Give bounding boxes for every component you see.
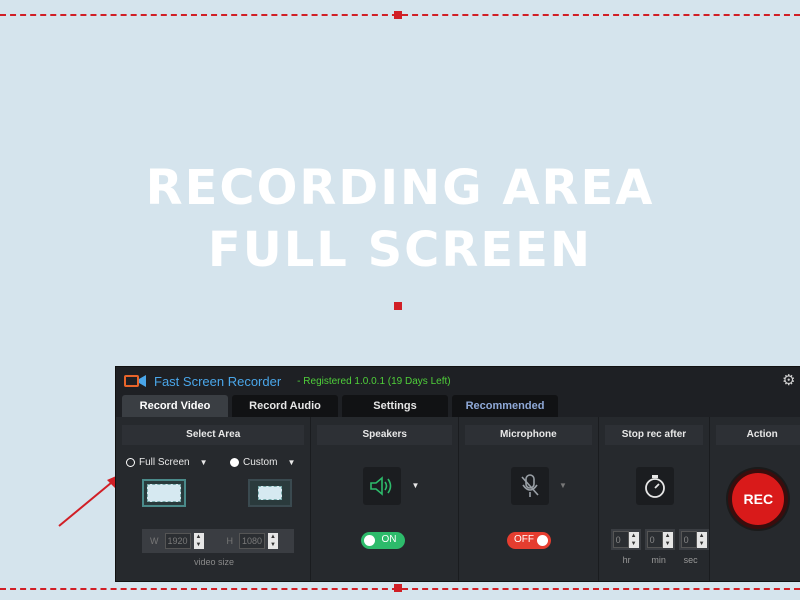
tab-recommended[interactable]: Recommended <box>452 395 558 417</box>
width-label: W <box>150 536 159 546</box>
app-logo-icon <box>124 375 146 387</box>
rec-button[interactable]: REC <box>728 469 789 529</box>
height-stepper[interactable]: ▲ ▼ <box>268 533 278 549</box>
full-screen-label: Full Screen <box>139 457 190 468</box>
video-size-row: W ▲▼ H ▲▼ <box>142 529 294 553</box>
microphone-toggle[interactable]: OFF <box>507 532 552 549</box>
control-panels: Select Area Full Screen ▼ Custom ▼ W ▲▼ <box>116 417 800 581</box>
seconds-field: ▲▼ <box>678 529 709 550</box>
minutes-field: ▲▼ <box>644 529 675 550</box>
microphone-toggle-label: OFF <box>514 534 535 545</box>
chevron-down-icon[interactable]: ▼ <box>287 458 295 467</box>
video-size-caption: video size <box>193 557 235 567</box>
full-screen-preview-icon <box>147 484 181 502</box>
tab-settings[interactable]: Settings <box>342 395 448 417</box>
minutes-label: min <box>651 555 666 565</box>
minutes-input[interactable] <box>646 531 663 548</box>
speakers-toggle[interactable]: ON <box>361 532 406 549</box>
recording-area-title: RECORDING AREA <box>145 160 655 216</box>
resize-handle-top[interactable] <box>394 11 402 19</box>
microphone-button[interactable] <box>511 467 550 505</box>
app-title: Fast Screen Recorder <box>154 373 282 389</box>
custom-radio[interactable] <box>230 458 239 467</box>
stop-rec-header: Stop rec after <box>604 425 704 445</box>
chevron-down-icon[interactable]: ▼ <box>559 481 567 490</box>
custom-option[interactable]: Custom ▼ <box>230 457 295 468</box>
height-label: H <box>226 536 234 546</box>
settings-gear-icon[interactable]: ⚙ <box>782 371 795 389</box>
hours-input[interactable] <box>612 531 629 548</box>
microphone-panel: Microphone ▼ OFF <box>459 417 599 581</box>
speakers-toggle-label: ON <box>381 534 397 545</box>
tab-record-video[interactable]: Record Video <box>122 395 228 417</box>
tab-record-audio[interactable]: Record Audio <box>232 395 338 417</box>
stop-rec-panel: Stop rec after ▲▼ ▲▼ <box>599 417 711 581</box>
hours-label: hr <box>622 555 631 565</box>
resize-handle-bottom[interactable] <box>394 584 402 592</box>
speakers-header: Speakers <box>317 425 453 445</box>
time-unit-labels: hr min sec <box>611 555 707 565</box>
recorder-window: Fast Screen Recorder - Registered 1.0.0.… <box>115 366 800 582</box>
chevron-down-icon[interactable]: ▼ <box>411 481 419 490</box>
custom-label: Custom <box>243 457 278 468</box>
hours-field: ▲▼ <box>610 529 641 550</box>
microphone-header: Microphone <box>465 425 592 445</box>
microphone-muted-icon <box>521 474 539 497</box>
recording-area-subtitle: FULL SCREEN <box>207 222 593 278</box>
speaker-icon <box>370 476 392 496</box>
center-handle[interactable] <box>394 302 402 310</box>
full-screen-option[interactable]: Full Screen ▼ <box>126 457 208 468</box>
title-bar: Fast Screen Recorder - Registered 1.0.0.… <box>116 367 800 395</box>
toggle-knob <box>537 535 549 546</box>
full-screen-radio[interactable] <box>126 458 135 467</box>
hours-stepper[interactable]: ▲ ▼ <box>628 531 639 548</box>
registration-status: - Registered 1.0.0.1 (19 Days Left) <box>297 375 451 387</box>
action-panel: Action REC <box>710 417 800 581</box>
full-screen-button[interactable] <box>142 479 186 507</box>
height-input[interactable] <box>239 533 265 549</box>
custom-area-preview-icon <box>258 486 282 500</box>
speakers-panel: Speakers ▼ ON <box>311 417 460 581</box>
toggle-knob <box>364 535 376 546</box>
timer-button[interactable] <box>635 467 674 505</box>
speaker-button[interactable] <box>363 467 402 505</box>
action-header: Action <box>716 425 800 445</box>
chevron-down-icon[interactable]: ▼ <box>200 458 208 467</box>
tab-bar: Record Video Record Audio Settings Recom… <box>116 395 800 417</box>
stopwatch-icon <box>644 475 665 498</box>
seconds-input[interactable] <box>680 531 697 548</box>
select-area-panel: Select Area Full Screen ▼ Custom ▼ W ▲▼ <box>116 417 312 581</box>
seconds-label: sec <box>683 555 698 565</box>
custom-area-button[interactable] <box>248 479 292 507</box>
width-input[interactable] <box>164 533 191 549</box>
width-stepper[interactable]: ▲ ▼ <box>193 533 204 549</box>
seconds-stepper[interactable]: ▲ ▼ <box>696 531 707 548</box>
select-area-header: Select Area <box>122 425 305 445</box>
minutes-stepper[interactable]: ▲ ▼ <box>662 531 673 548</box>
stop-time-inputs: ▲▼ ▲▼ ▲▼ <box>610 529 709 550</box>
